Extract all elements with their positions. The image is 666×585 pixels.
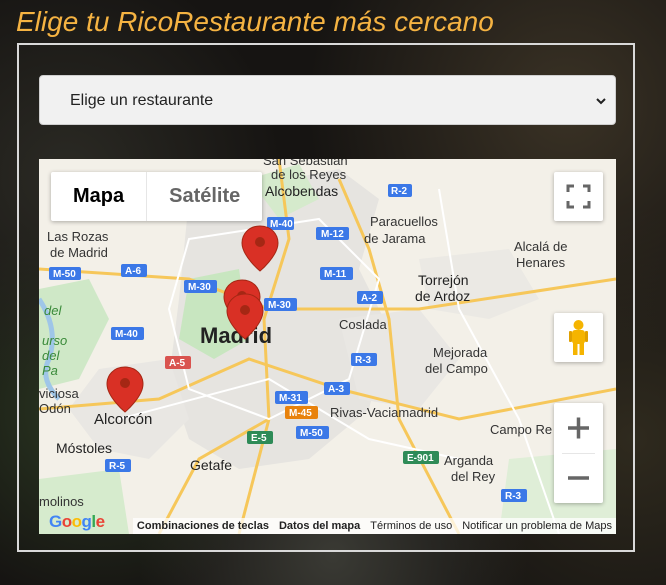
- restaurant-select-value: Elige un restaurante: [70, 92, 214, 109]
- pegman-icon: [569, 320, 588, 355]
- fullscreen-button[interactable]: [554, 172, 603, 221]
- map-data-link[interactable]: Datos del mapa: [279, 520, 360, 532]
- map-type-satellite-button[interactable]: Satélite: [146, 172, 262, 221]
- zoom-out-button[interactable]: [554, 453, 603, 503]
- terms-link[interactable]: Términos de uso: [370, 520, 452, 532]
- chevron-down-icon: [595, 94, 607, 112]
- minus-icon: [568, 476, 589, 480]
- map-type-map-button[interactable]: Mapa: [51, 172, 146, 221]
- plus-icon: [568, 417, 589, 439]
- map-type-control: Mapa Satélite: [51, 172, 263, 221]
- map-attribution: Combinaciones de teclas Datos del mapa T…: [39, 518, 616, 534]
- map-marker-icon[interactable]: [226, 293, 264, 340]
- map-marker-icon[interactable]: [106, 366, 144, 413]
- zoom-control: [554, 403, 603, 503]
- street-view-button[interactable]: [554, 313, 603, 362]
- keyboard-shortcuts-link[interactable]: Combinaciones de teclas: [137, 520, 269, 532]
- page-title: Elige tu RicoRestaurante más cercano: [16, 6, 494, 37]
- report-problem-link[interactable]: Notificar un problema de Maps: [462, 520, 612, 532]
- fullscreen-icon: [566, 184, 591, 209]
- restaurant-map[interactable]: M-40 M-12 R-2 M-50 A-6 M-11 M-30 M-30 A-…: [39, 159, 616, 534]
- map-marker-icon[interactable]: [241, 225, 279, 272]
- restaurant-select[interactable]: Elige un restaurante: [39, 75, 616, 125]
- zoom-in-button[interactable]: [554, 403, 603, 453]
